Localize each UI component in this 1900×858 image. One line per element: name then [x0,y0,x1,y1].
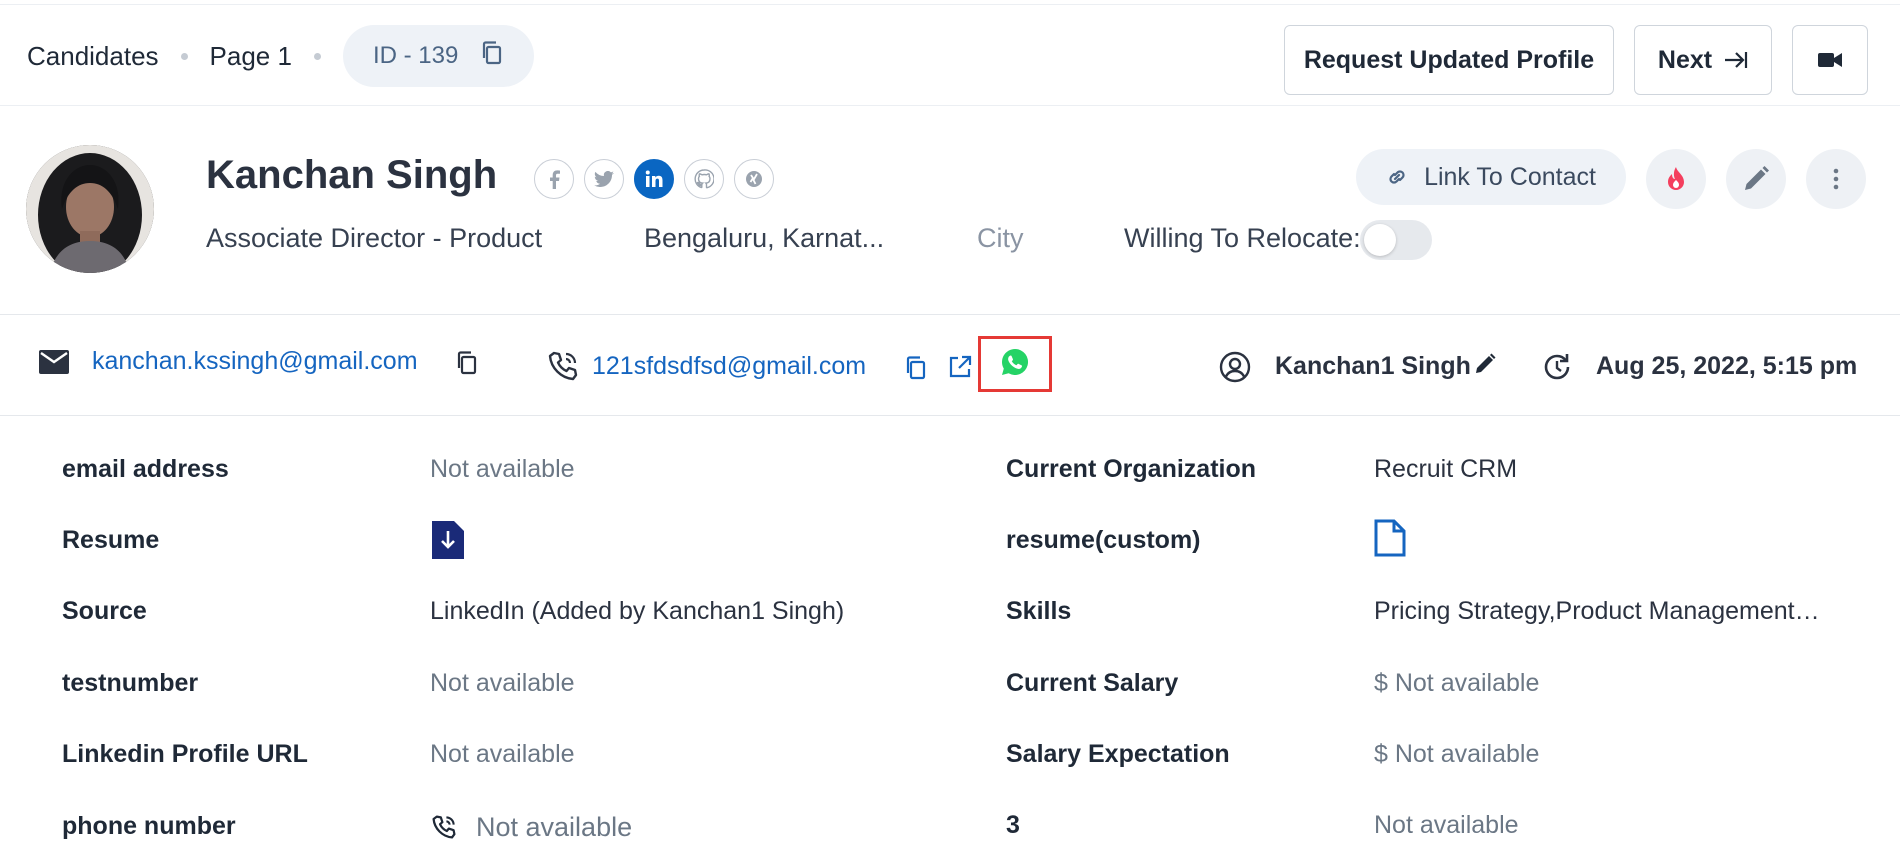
resume-download-icon[interactable] [432,521,464,564]
more-vertical-icon [1833,168,1839,190]
phone-link[interactable]: 121sfdsdfsd@gmail.com [592,352,866,381]
whatsapp-icon[interactable] [1001,348,1029,381]
breadcrumb-candidates[interactable]: Candidates [27,41,159,72]
flame-icon [1668,167,1684,190]
page-header: Candidates Page 1 ID - 139 Request Updat… [0,5,1900,106]
pencil-icon [1745,166,1769,190]
social-links [534,159,774,199]
copy-email-icon[interactable] [455,350,479,376]
hot-candidate-button[interactable] [1646,149,1706,209]
field-label: Current Organization [1006,455,1257,483]
link-to-contact-button[interactable]: Link To Contact [1356,149,1626,205]
field-value: Not available [476,812,633,842]
twitter-icon[interactable] [584,159,624,199]
field-label: email address [62,455,229,483]
whatsapp-highlight [978,336,1052,392]
field-label: testnumber [62,669,199,697]
field-label: Skills [1006,597,1072,625]
field-label: Salary Expectation [1006,740,1230,768]
field-value: Recruit CRM [1374,455,1518,483]
relocate-toggle[interactable] [1360,220,1432,260]
field-value: Not available [430,669,575,697]
candidate-name: Kanchan Singh [206,153,498,197]
next-arrow-icon [1725,52,1748,68]
link-icon [1389,170,1405,184]
candidate-id: ID - 139 [372,42,459,69]
candidate-location: Bengaluru, Karnat... [644,223,885,253]
field-label: Current Salary [1006,669,1179,697]
avatar [26,145,154,273]
field-label: phone number [62,812,236,840]
video-call-button[interactable] [1792,25,1868,95]
last-updated: Aug 25, 2022, 5:15 pm [1596,352,1858,380]
field-label: Linkedin Profile URL [62,740,308,768]
field-label: Resume [62,526,160,554]
field-value: Not available [1374,811,1519,839]
profile-section: Kanchan Singh Associate Director - Produ… [0,107,1900,315]
external-link-icon[interactable] [948,355,972,379]
field-value: Pricing Strategy,Product Management… [1374,597,1820,625]
linkedin-icon[interactable] [634,159,674,199]
history-icon [1541,351,1573,383]
phone-icon [432,815,456,844]
copy-id-icon[interactable] [480,40,504,73]
field-label: 3 [1006,811,1020,839]
field-label: Source [62,597,147,625]
field-value: Not available [430,455,575,483]
email-icon [38,349,70,375]
breadcrumb-separator [180,52,188,60]
request-updated-profile-button[interactable]: Request Updated Profile [1284,25,1614,95]
field-value: Not available [430,740,575,768]
breadcrumb: Candidates Page 1 ID - 139 [27,25,535,87]
breadcrumb-page: Page 1 [209,40,292,71]
breadcrumb-separator [313,52,321,60]
next-button[interactable]: Next [1634,25,1772,95]
field-value: $ Not available [1374,669,1540,697]
phone-icon [548,351,578,381]
facebook-icon[interactable] [534,159,574,199]
more-options-button[interactable] [1806,149,1866,209]
edit-profile-button[interactable] [1726,149,1786,209]
field-value: LinkedIn (Added by Kanchan1 Singh) [430,597,845,625]
city-field[interactable]: City [977,223,1024,254]
relocate-label: Willing To Relocate: [1124,223,1361,253]
candidate-title: Associate Director - Product [206,223,543,253]
video-camera-icon [1818,53,1842,67]
owner-name: Kanchan1 Singh [1275,352,1471,380]
email-link[interactable]: kanchan.kssingh@gmail.com [92,347,418,376]
resume-custom-file-icon[interactable] [1374,519,1406,562]
copy-phone-icon[interactable] [904,355,928,381]
id-pill: ID - 139 [342,25,535,87]
field-value: $ Not available [1374,740,1540,768]
owner-icon [1219,351,1251,383]
contact-row: kanchan.kssingh@gmail.com 121sfdsdfsd@gm… [0,316,1900,416]
github-icon[interactable] [684,159,724,199]
edit-owner-icon[interactable] [1474,353,1496,375]
xing-icon[interactable] [734,159,774,199]
field-label: resume(custom) [1006,526,1201,554]
